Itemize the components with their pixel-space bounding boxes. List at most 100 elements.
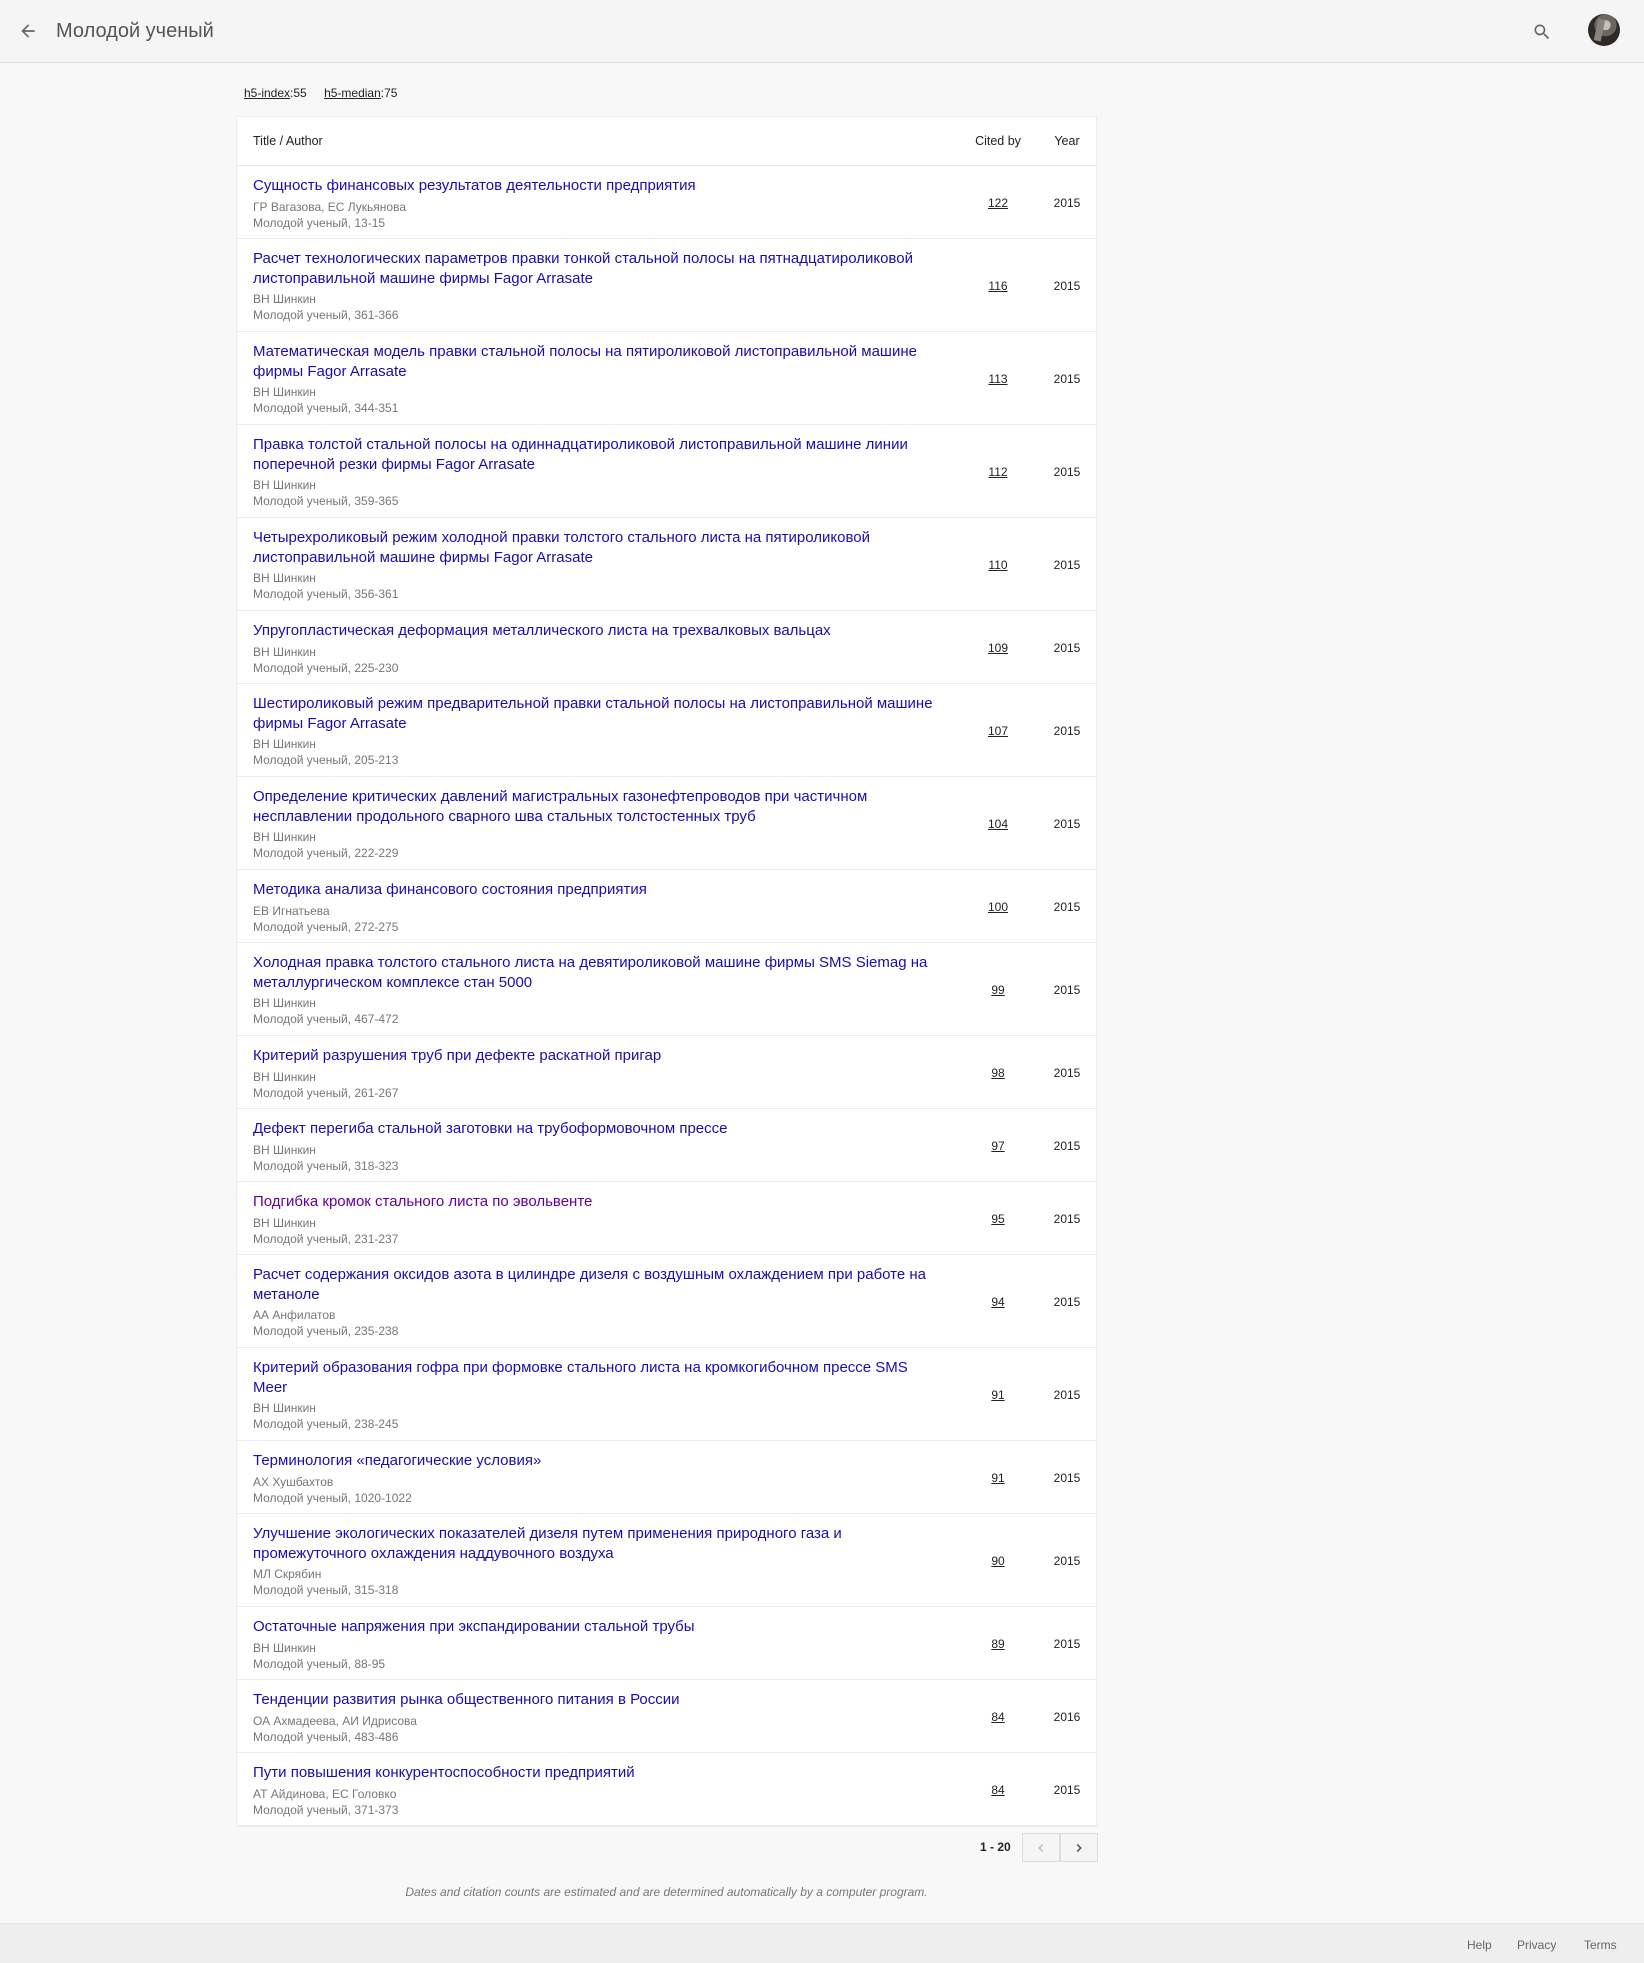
cited-by-link[interactable]: 98 (968, 1066, 1028, 1080)
cited-by-link[interactable]: 112 (968, 465, 1028, 479)
column-header-title: Title / Author (253, 134, 323, 148)
article-title-link[interactable]: Критерий разрушения труб при дефекте рас… (253, 1046, 943, 1066)
table-row: Правка толстой стальной полосы на одинна… (237, 425, 1096, 518)
article-venue: Молодой ученый, 222-229 (253, 846, 399, 860)
cited-by-link[interactable]: 89 (968, 1637, 1028, 1651)
article-authors: ВН Шинкин (253, 737, 316, 751)
pagination-range: 1 - 20 (980, 1840, 1011, 1854)
table-row: Математическая модель правки стальной по… (237, 332, 1096, 425)
article-title-link[interactable]: Холодная правка толстого стального листа… (253, 953, 943, 992)
table-row: Холодная правка толстого стального листа… (237, 943, 1096, 1036)
article-year: 2015 (1053, 558, 1081, 572)
article-title-link[interactable]: Математическая модель правки стальной по… (253, 342, 943, 381)
article-authors: ВН Шинкин (253, 571, 316, 585)
article-title-link[interactable]: Остаточные напряжения при экспандировани… (253, 1617, 943, 1637)
footer: Help Privacy Terms (0, 1923, 1644, 1963)
article-venue: Молодой ученый, 356-361 (253, 587, 399, 601)
cited-by-link[interactable]: 122 (968, 196, 1028, 210)
cited-by-link[interactable]: 95 (968, 1212, 1028, 1226)
article-title-link[interactable]: Тенденции развития рынка общественного п… (253, 1690, 943, 1710)
article-year: 2016 (1053, 1710, 1081, 1724)
cited-by-link[interactable]: 107 (968, 724, 1028, 738)
article-authors: ВН Шинкин (253, 385, 316, 399)
h5-index-value: :55 (290, 86, 307, 100)
article-year: 2015 (1053, 279, 1081, 293)
footer-terms-link[interactable]: Terms (1584, 1938, 1617, 1952)
table-row: Улучшение экологических показателей дизе… (237, 1514, 1096, 1607)
article-year: 2015 (1053, 1783, 1081, 1797)
article-title-link[interactable]: Пути повышения конкурентоспособности пре… (253, 1763, 943, 1783)
chevron-left-icon (1038, 1843, 1044, 1852)
cited-by-link[interactable]: 91 (968, 1388, 1028, 1402)
cited-by-link[interactable]: 91 (968, 1471, 1028, 1485)
h5-median-metric: h5-median:75 (324, 86, 397, 100)
cited-by-link[interactable]: 94 (968, 1295, 1028, 1309)
cited-by-link[interactable]: 109 (968, 641, 1028, 655)
footer-help-link[interactable]: Help (1467, 1938, 1492, 1952)
article-venue: Молодой ученый, 371-373 (253, 1802, 399, 1817)
article-venue: Молодой ученый, 238-245 (253, 1417, 399, 1431)
next-page-button[interactable] (1060, 1833, 1098, 1862)
cited-by-link[interactable]: 84 (968, 1783, 1028, 1797)
search-button[interactable] (1527, 17, 1557, 47)
article-title-link[interactable]: Методика анализа финансового состояния п… (253, 880, 943, 900)
article-venue: Молодой ученый, 272-275 (253, 919, 399, 934)
article-title-link[interactable]: Расчет содержания оксидов азота в цилинд… (253, 1265, 943, 1304)
article-title-link[interactable]: Четырехроликовый режим холодной правки т… (253, 528, 943, 567)
cited-by-link[interactable]: 116 (968, 279, 1028, 293)
h5-median-link[interactable]: h5-median (324, 86, 381, 100)
column-header-cited-by: Cited by (975, 134, 1021, 148)
previous-page-button[interactable] (1022, 1833, 1060, 1862)
article-title-link[interactable]: Дефект перегиба стальной заготовки на тр… (253, 1119, 943, 1139)
cited-by-link[interactable]: 99 (968, 983, 1028, 997)
cited-by-link[interactable]: 100 (968, 900, 1028, 914)
page-title: Молодой ученый (56, 20, 214, 42)
article-authors: ВН Шинкин (253, 478, 316, 492)
article-year: 2015 (1053, 196, 1081, 210)
table-row: Упругопластическая деформация металличес… (237, 611, 1096, 684)
article-title-link[interactable]: Критерий образования гофра при формовке … (253, 1358, 943, 1397)
article-authors: АА Анфилатов (253, 1308, 336, 1322)
article-title-link[interactable]: Определение критических давлений магистр… (253, 787, 943, 826)
article-title-link[interactable]: Сущность финансовых результатов деятельн… (253, 176, 943, 196)
article-year: 2015 (1053, 1388, 1081, 1402)
top-bar: Молодой ученый (0, 0, 1644, 63)
cited-by-link[interactable]: 97 (968, 1139, 1028, 1153)
article-title-link[interactable]: Улучшение экологических показателей дизе… (253, 1524, 943, 1563)
table-row: Расчет технологических параметров правки… (237, 239, 1096, 332)
article-year: 2015 (1053, 983, 1081, 997)
article-venue: Молодой ученый, 13-15 (253, 215, 386, 230)
avatar[interactable] (1588, 14, 1620, 46)
article-year: 2015 (1053, 1554, 1081, 1568)
table-row: Критерий образования гофра при формовке … (237, 1348, 1096, 1441)
h5-index-link[interactable]: h5-index (244, 86, 290, 100)
article-title-link[interactable]: Упругопластическая деформация металличес… (253, 621, 943, 641)
article-year: 2015 (1053, 1139, 1081, 1153)
article-venue: Молодой ученый, 359-365 (253, 494, 399, 508)
table-header: Title / Author Cited by Year (237, 117, 1096, 166)
table-row: Подгибка кромок стального листа по эволь… (237, 1182, 1096, 1255)
article-title-link[interactable]: Расчет технологических параметров правки… (253, 249, 943, 288)
article-title-link[interactable]: Шестироликовый режим предварительной пра… (253, 694, 943, 733)
cited-by-link[interactable]: 84 (968, 1710, 1028, 1724)
h5-median-value: :75 (380, 86, 398, 100)
table-row: Остаточные напряжения при экспандировани… (237, 1607, 1096, 1680)
cited-by-link[interactable]: 113 (968, 372, 1028, 386)
back-button[interactable] (13, 16, 43, 46)
cited-by-link[interactable]: 90 (968, 1554, 1028, 1568)
article-venue: Молодой ученый, 344-351 (253, 401, 399, 415)
article-year: 2015 (1053, 1212, 1081, 1226)
article-venue: Молодой ученый, 1020-1022 (253, 1490, 412, 1505)
cited-by-link[interactable]: 104 (968, 817, 1028, 831)
table-row: Тенденции развития рынка общественного п… (237, 1680, 1096, 1753)
article-title-link[interactable]: Подгибка кромок стального листа по эволь… (253, 1192, 943, 1212)
table-row: Четырехроликовый режим холодной правки т… (237, 518, 1096, 611)
cited-by-link[interactable]: 110 (968, 558, 1028, 572)
footer-privacy-link[interactable]: Privacy (1517, 1938, 1556, 1952)
article-year: 2015 (1053, 641, 1081, 655)
metrics-bar: h5-index:55 h5-median:75 (244, 86, 411, 100)
article-year: 2015 (1053, 1637, 1081, 1651)
article-title-link[interactable]: Правка толстой стальной полосы на одинна… (253, 435, 943, 474)
article-venue: Молодой ученый, 205-213 (253, 753, 399, 767)
article-title-link[interactable]: Терминология «педагогические условия» (253, 1451, 943, 1471)
